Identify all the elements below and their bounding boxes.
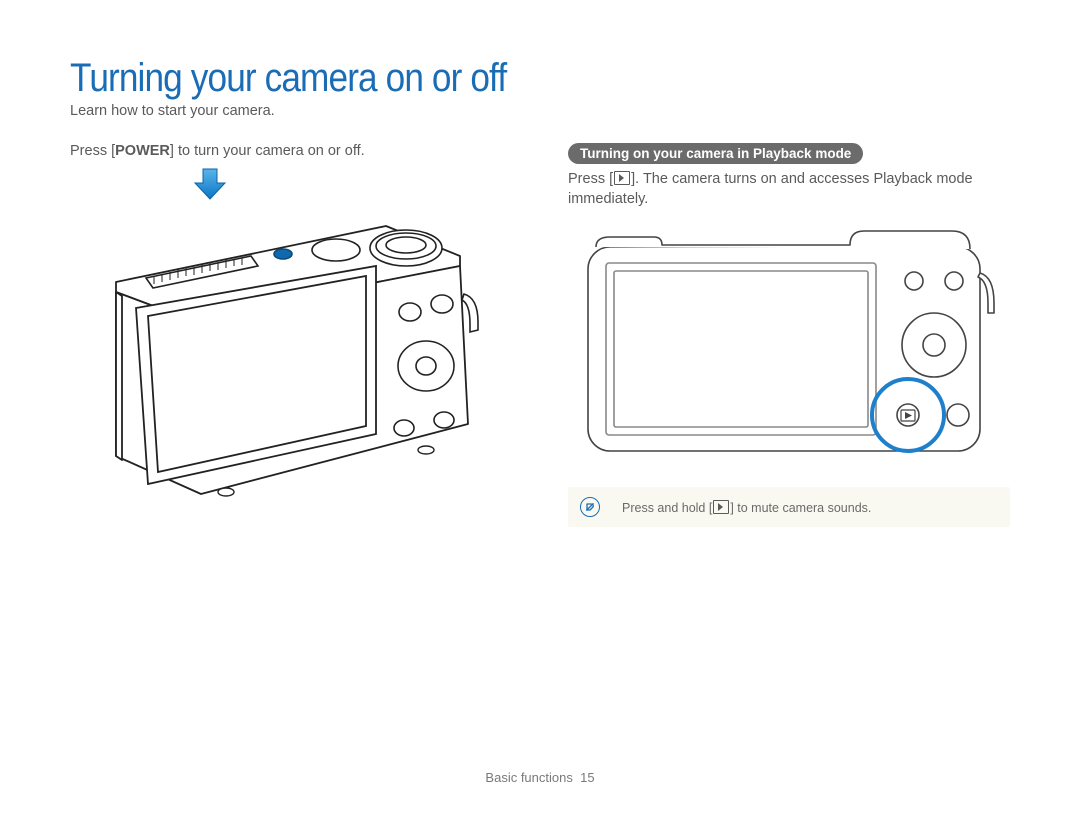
camera-illustration-perspective xyxy=(70,204,512,524)
text: ] to mute camera sounds. xyxy=(730,501,871,515)
footer: Basic functions 15 xyxy=(0,770,1080,785)
footer-page: 15 xyxy=(580,770,594,785)
text: Press [ xyxy=(568,171,613,187)
page: Turning your camera on or off Learn how … xyxy=(0,0,1080,815)
power-instruction: Press [POWER] to turn your camera on or … xyxy=(70,143,512,159)
power-label: POWER xyxy=(115,143,170,159)
playback-icon xyxy=(713,500,729,514)
content-columns: Press [POWER] to turn your camera on or … xyxy=(70,143,1010,527)
arrow-down-icon xyxy=(192,167,512,206)
playback-instruction: Press []. The camera turns on and access… xyxy=(568,170,1010,209)
note-icon xyxy=(580,497,600,517)
note-text: Press and hold [ ] to mute camera sounds. xyxy=(622,500,871,515)
playback-icon xyxy=(614,171,630,185)
camera-illustration-flat xyxy=(568,219,1010,469)
footer-section: Basic functions xyxy=(485,770,572,785)
playback-heading-pill: Turning on your camera in Playback mode xyxy=(568,143,863,164)
text: Press [ xyxy=(70,143,115,159)
page-title: Turning your camera on or off xyxy=(70,56,897,101)
page-subtitle: Learn how to start your camera. xyxy=(70,103,1010,119)
note-box: Press and hold [ ] to mute camera sounds. xyxy=(568,487,1010,527)
text: Press and hold [ xyxy=(622,501,712,515)
right-column: Turning on your camera in Playback mode … xyxy=(568,143,1010,527)
text: ] to turn your camera on or off. xyxy=(170,143,365,159)
left-column: Press [POWER] to turn your camera on or … xyxy=(70,143,512,527)
